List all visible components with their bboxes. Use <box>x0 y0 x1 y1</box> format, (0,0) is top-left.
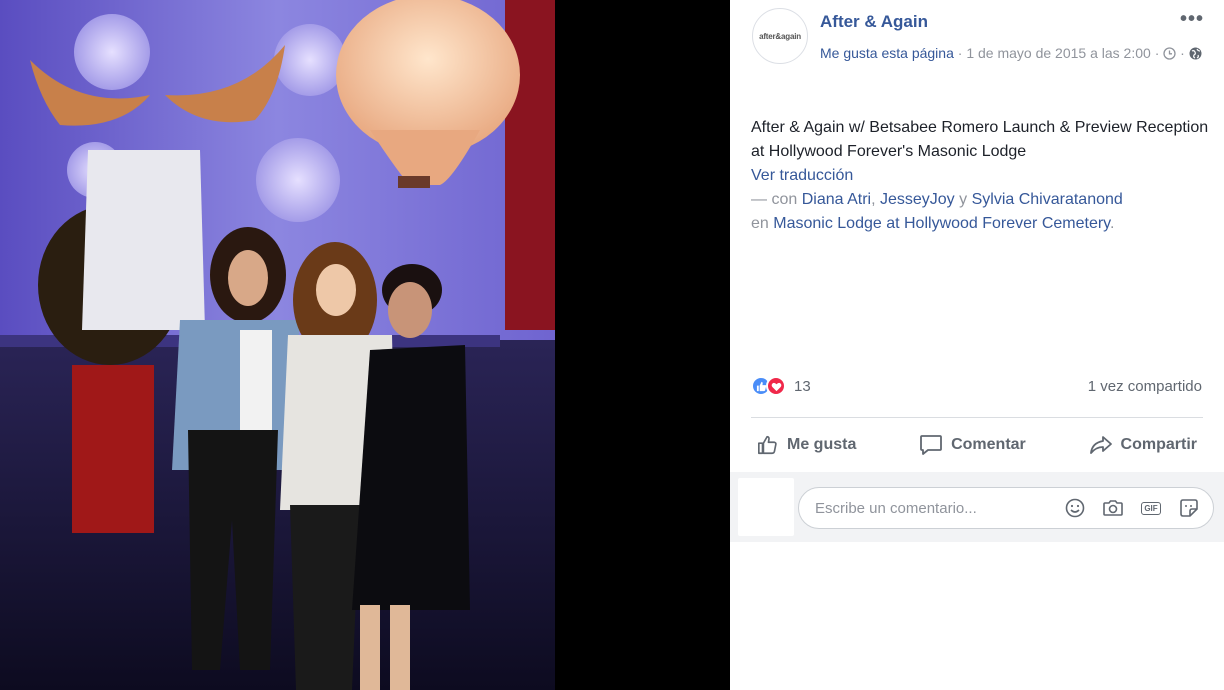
meta-separator: · <box>1180 45 1185 61</box>
event-photo-illustration <box>0 0 555 690</box>
post-meta: Me gusta esta página · 1 de mayo de 2015… <box>820 42 1210 65</box>
like-page-link[interactable]: Me gusta esta página <box>820 45 954 61</box>
meta-separator: · <box>957 45 963 61</box>
share-button-label: Compartir <box>1120 436 1197 453</box>
share-button[interactable]: Compartir <box>1083 434 1203 456</box>
more-options-button[interactable]: ••• <box>1180 8 1204 31</box>
comment-input[interactable] <box>815 499 1063 517</box>
meta-separator: · <box>1154 45 1160 61</box>
post-text: After & Again w/ Betsabee Romero Launch … <box>751 119 1209 160</box>
clock-icon <box>1163 44 1176 60</box>
user-avatar <box>738 478 794 536</box>
love-reaction-icon <box>766 376 786 396</box>
location-link[interactable]: Masonic Lodge at Hollywood Forever Cemet… <box>773 215 1110 232</box>
tagged-person[interactable]: JesseyJoy <box>880 191 955 208</box>
tag-and: y <box>959 191 968 208</box>
camera-icon[interactable] <box>1101 496 1125 520</box>
comment-bubble-icon <box>920 435 942 455</box>
page-avatar-logo: after&again <box>759 31 801 41</box>
comment-input-box[interactable]: GIF <box>798 487 1214 529</box>
like-button[interactable]: Me gusta <box>751 434 862 456</box>
tagged-person[interactable]: Sylvia Chivaratanond <box>972 191 1123 208</box>
divider <box>751 417 1203 418</box>
page-avatar[interactable]: after&again <box>752 8 808 64</box>
post-timestamp[interactable]: 1 de mayo de 2015 a las 2:00 <box>966 45 1150 61</box>
thumbs-up-icon <box>758 435 777 455</box>
comment-button-label: Comentar <box>951 436 1026 453</box>
sticker-icon[interactable] <box>1177 496 1201 520</box>
comment-button[interactable]: Comentar <box>913 434 1032 456</box>
gif-icon-label: GIF <box>1141 501 1161 515</box>
post-side-panel: after&again After & Again ••• Me gusta e… <box>730 0 1224 690</box>
post-body: After & Again w/ Betsabee Romero Launch … <box>751 116 1211 236</box>
gif-icon[interactable]: GIF <box>1139 496 1163 520</box>
see-translation-link[interactable]: Ver traducción <box>751 164 1211 188</box>
share-arrow-icon <box>1089 436 1112 454</box>
post-header: after&again After & Again ••• Me gusta e… <box>730 0 1224 100</box>
post-actions-bar: Me gusta Comentar Compartir <box>751 425 1203 465</box>
emoji-icon[interactable] <box>1063 496 1087 520</box>
like-button-label: Me gusta <box>787 436 857 453</box>
comment-attach-icons: GIF <box>1063 496 1201 520</box>
share-count-link[interactable]: 1 vez compartido <box>1088 378 1202 395</box>
reaction-count: 13 <box>794 377 811 395</box>
location-prefix: en <box>751 215 769 232</box>
post-photo[interactable] <box>0 0 555 690</box>
tag-separator: , <box>871 191 876 208</box>
reactions-summary[interactable]: 13 <box>751 374 811 398</box>
photo-viewer <box>0 0 730 690</box>
page-name-link[interactable]: After & Again <box>820 12 928 32</box>
tagged-person[interactable]: Diana Atri <box>802 191 871 208</box>
location-end: . <box>1110 215 1115 232</box>
with-prefix: — con <box>751 191 798 208</box>
comment-composer: GIF <box>730 472 1224 542</box>
globe-icon[interactable] <box>1189 44 1202 60</box>
